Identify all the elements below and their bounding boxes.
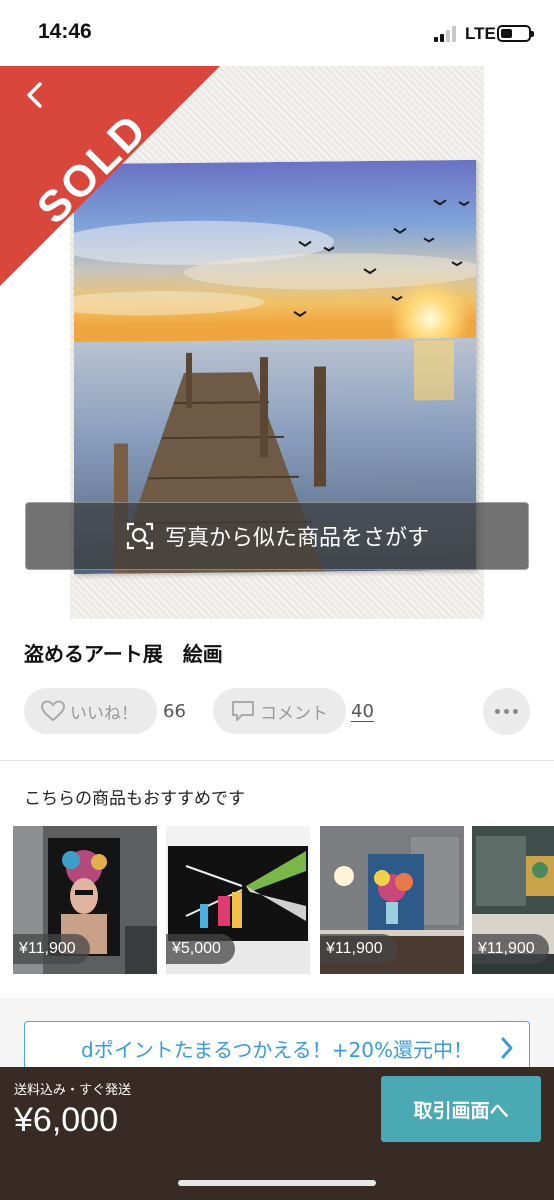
battery-icon <box>497 25 534 42</box>
heart-icon <box>40 700 66 722</box>
divider <box>0 760 554 761</box>
action-row: いいね！ 66 コメント 40 <box>24 688 530 736</box>
comment-button[interactable]: コメント <box>213 688 346 734</box>
like-count: 66 <box>163 701 186 722</box>
shipping-note: 送料込み・すぐ発送 <box>14 1083 132 1098</box>
image-search-icon <box>126 522 154 550</box>
recommendation-card[interactable]: ¥5,000 <box>166 826 310 974</box>
home-indicator[interactable] <box>178 1180 376 1186</box>
item-title: 盗めるアート展 絵画 <box>24 642 223 666</box>
comment-label: コメント <box>260 703 328 724</box>
comment-count-link[interactable]: 40 <box>351 701 374 722</box>
recommendation-card[interactable]: ¥11,900 <box>13 826 157 974</box>
recommendation-price: ¥5,000 <box>166 934 235 964</box>
chevron-right-icon <box>501 1037 513 1059</box>
recommendation-price: ¥11,900 <box>13 934 90 964</box>
go-to-trade-button[interactable]: 取引画面へ <box>381 1076 541 1142</box>
search-similar-button[interactable]: 写真から似た商品をさがす <box>25 502 529 570</box>
signal-strength-icon <box>434 26 460 42</box>
recommendation-card[interactable]: ¥11,900 <box>320 826 464 974</box>
recommendations-carousel[interactable]: ¥11,900 ¥5,000 ¥11,900 ¥11,900 <box>0 826 554 974</box>
more-options-button[interactable] <box>483 688 530 735</box>
status-bar: 14:46 LTE <box>0 0 554 66</box>
recommendation-price: ¥11,900 <box>320 934 397 964</box>
back-chevron-icon[interactable] <box>20 80 50 110</box>
status-time: 14:46 <box>38 20 92 43</box>
ellipsis-icon <box>495 709 500 714</box>
recommendations-heading: こちらの商品もおすすめです <box>24 789 245 809</box>
dpoint-promo-label: dポイントたまるつかえる！+20%還元中！ <box>81 1037 473 1062</box>
recommendation-price: ¥11,900 <box>472 934 549 964</box>
search-similar-label: 写真から似た商品をさがす <box>164 526 429 551</box>
speech-bubble-icon <box>232 701 254 721</box>
network-type: LTE <box>465 24 496 43</box>
recommendation-card[interactable]: ¥11,900 <box>472 826 554 974</box>
like-button[interactable]: いいね！ <box>24 688 157 734</box>
like-label: いいね！ <box>70 703 138 724</box>
item-price: ¥6,000 <box>14 1101 118 1139</box>
